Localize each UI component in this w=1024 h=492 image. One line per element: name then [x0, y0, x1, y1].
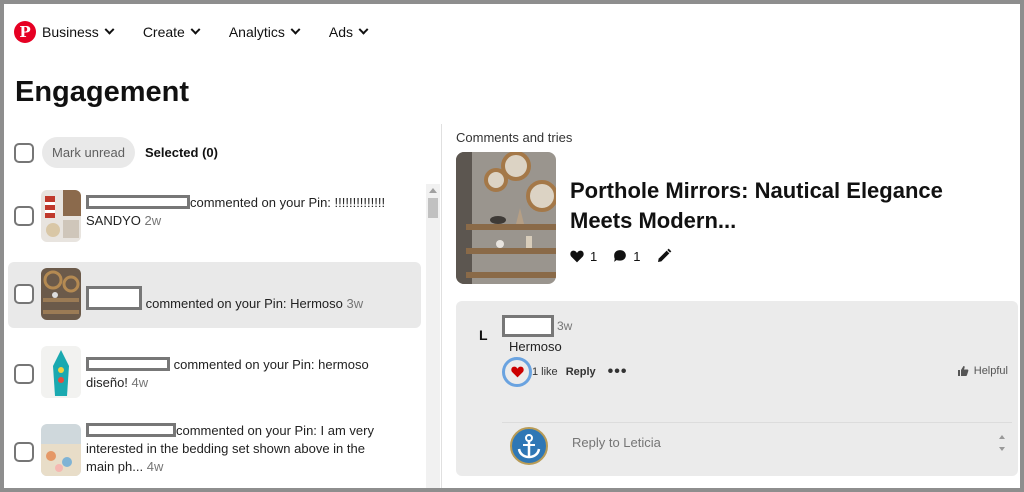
- redacted-username: [86, 423, 176, 437]
- row-checkbox[interactable]: [14, 364, 34, 384]
- commenter-initial: L: [479, 327, 488, 343]
- page-title: Engagement: [15, 76, 190, 108]
- panel-divider: [441, 124, 442, 488]
- row-checkbox[interactable]: [14, 206, 34, 226]
- selected-count: Selected (0): [144, 145, 218, 160]
- nav-business[interactable]: Business: [42, 24, 115, 40]
- list-item[interactable]: commented on your Pin: Hermoso 3w: [8, 262, 421, 328]
- comment-card: L 3w Hermoso 1 like Reply ••• Helpful: [456, 301, 1018, 476]
- top-nav: P Business Create Analytics Ads: [14, 16, 397, 48]
- list-item[interactable]: commented on your Pin: hermoso diseño! 4…: [8, 342, 421, 408]
- edit-pin-button[interactable]: [656, 248, 678, 264]
- comment-detail-panel: Comments and tries Porthole Mirrors: Nau…: [456, 124, 1020, 488]
- pin-thumbnail: [41, 268, 81, 320]
- helpful-button[interactable]: Helpful: [957, 365, 1008, 377]
- reply-scrollbar[interactable]: [998, 433, 1006, 455]
- select-all-checkbox[interactable]: [14, 142, 34, 163]
- chevron-down-icon: [290, 24, 301, 35]
- pin-stats: 1 1: [570, 248, 694, 264]
- commenter-name[interactable]: [502, 315, 554, 340]
- pencil-icon: [658, 248, 672, 262]
- nav-ads[interactable]: Ads: [328, 24, 369, 40]
- nav-ads-label: Ads: [328, 24, 353, 40]
- pin-thumbnail: [41, 190, 81, 242]
- like-comment-button[interactable]: [502, 357, 532, 387]
- row-checkbox[interactable]: [14, 284, 34, 304]
- heart-icon: [510, 366, 524, 378]
- heart-icon: [570, 250, 584, 262]
- list-item[interactable]: commented on your Pin: !!!!!!!!!!!!!! SA…: [8, 184, 421, 250]
- pin-image[interactable]: [456, 152, 556, 284]
- app-frame: P Business Create Analytics Ads Engageme…: [0, 0, 1024, 492]
- notification-list: commented on your Pin: !!!!!!!!!!!!!! SA…: [8, 184, 421, 488]
- scrollbar-thumb[interactable]: [428, 198, 438, 218]
- chevron-down-icon: [104, 24, 115, 35]
- comment-bubble-icon: [614, 250, 627, 262]
- redacted-username: [502, 315, 554, 337]
- thumbs-up-icon: [957, 366, 969, 376]
- nav-analytics-label: Analytics: [228, 24, 285, 40]
- notification-text: commented on your Pin: !!!!!!!!!!!!!! SA…: [86, 195, 386, 228]
- list-item[interactable]: commented on your Pin: I am very interes…: [8, 420, 421, 488]
- comments-stat: 1: [613, 249, 640, 264]
- pin-thumbnail: [41, 346, 81, 398]
- redacted-username: [86, 357, 170, 371]
- like-count: 1 like: [532, 366, 558, 378]
- reply-input[interactable]: [572, 435, 992, 450]
- pinterest-logo-icon[interactable]: P: [14, 21, 36, 43]
- notification-text: commented on your Pin: hermoso diseño! 4…: [86, 357, 369, 390]
- comment-text: Hermoso: [509, 339, 562, 354]
- comment-time: 3w: [557, 319, 573, 333]
- scroll-up-icon[interactable]: [429, 188, 437, 193]
- avatar: [510, 427, 548, 465]
- section-label: Comments and tries: [456, 130, 573, 145]
- row-checkbox[interactable]: [14, 442, 34, 462]
- nav-business-label: Business: [42, 24, 99, 40]
- nav-create[interactable]: Create: [142, 24, 201, 40]
- comment-actions: 1 like Reply •••: [502, 357, 627, 387]
- chevron-down-icon: [358, 24, 369, 35]
- nav-analytics[interactable]: Analytics: [228, 24, 301, 40]
- pin-thumbnail: [41, 424, 81, 476]
- likes-stat: 1: [570, 249, 597, 264]
- list-toolbar: Mark unread Selected (0): [14, 137, 218, 168]
- nav-create-label: Create: [142, 24, 185, 40]
- more-options-icon[interactable]: •••: [608, 363, 628, 381]
- chevron-down-icon: [190, 24, 201, 35]
- reply-button[interactable]: Reply: [566, 366, 596, 378]
- redacted-username: [86, 286, 142, 310]
- anchor-icon: [517, 434, 541, 459]
- notification-text: commented on your Pin: I am very interes…: [86, 423, 374, 474]
- redacted-username: [86, 195, 190, 209]
- list-scrollbar[interactable]: [426, 184, 440, 488]
- notification-text: commented on your Pin: Hermoso 3w: [86, 286, 363, 313]
- reply-composer: [502, 422, 1012, 465]
- notification-panel: Mark unread Selected (0) commented on yo…: [4, 124, 441, 488]
- pin-title[interactable]: Porthole Mirrors: Nautical Elegance Meet…: [570, 176, 990, 236]
- mark-unread-button[interactable]: Mark unread: [42, 137, 135, 168]
